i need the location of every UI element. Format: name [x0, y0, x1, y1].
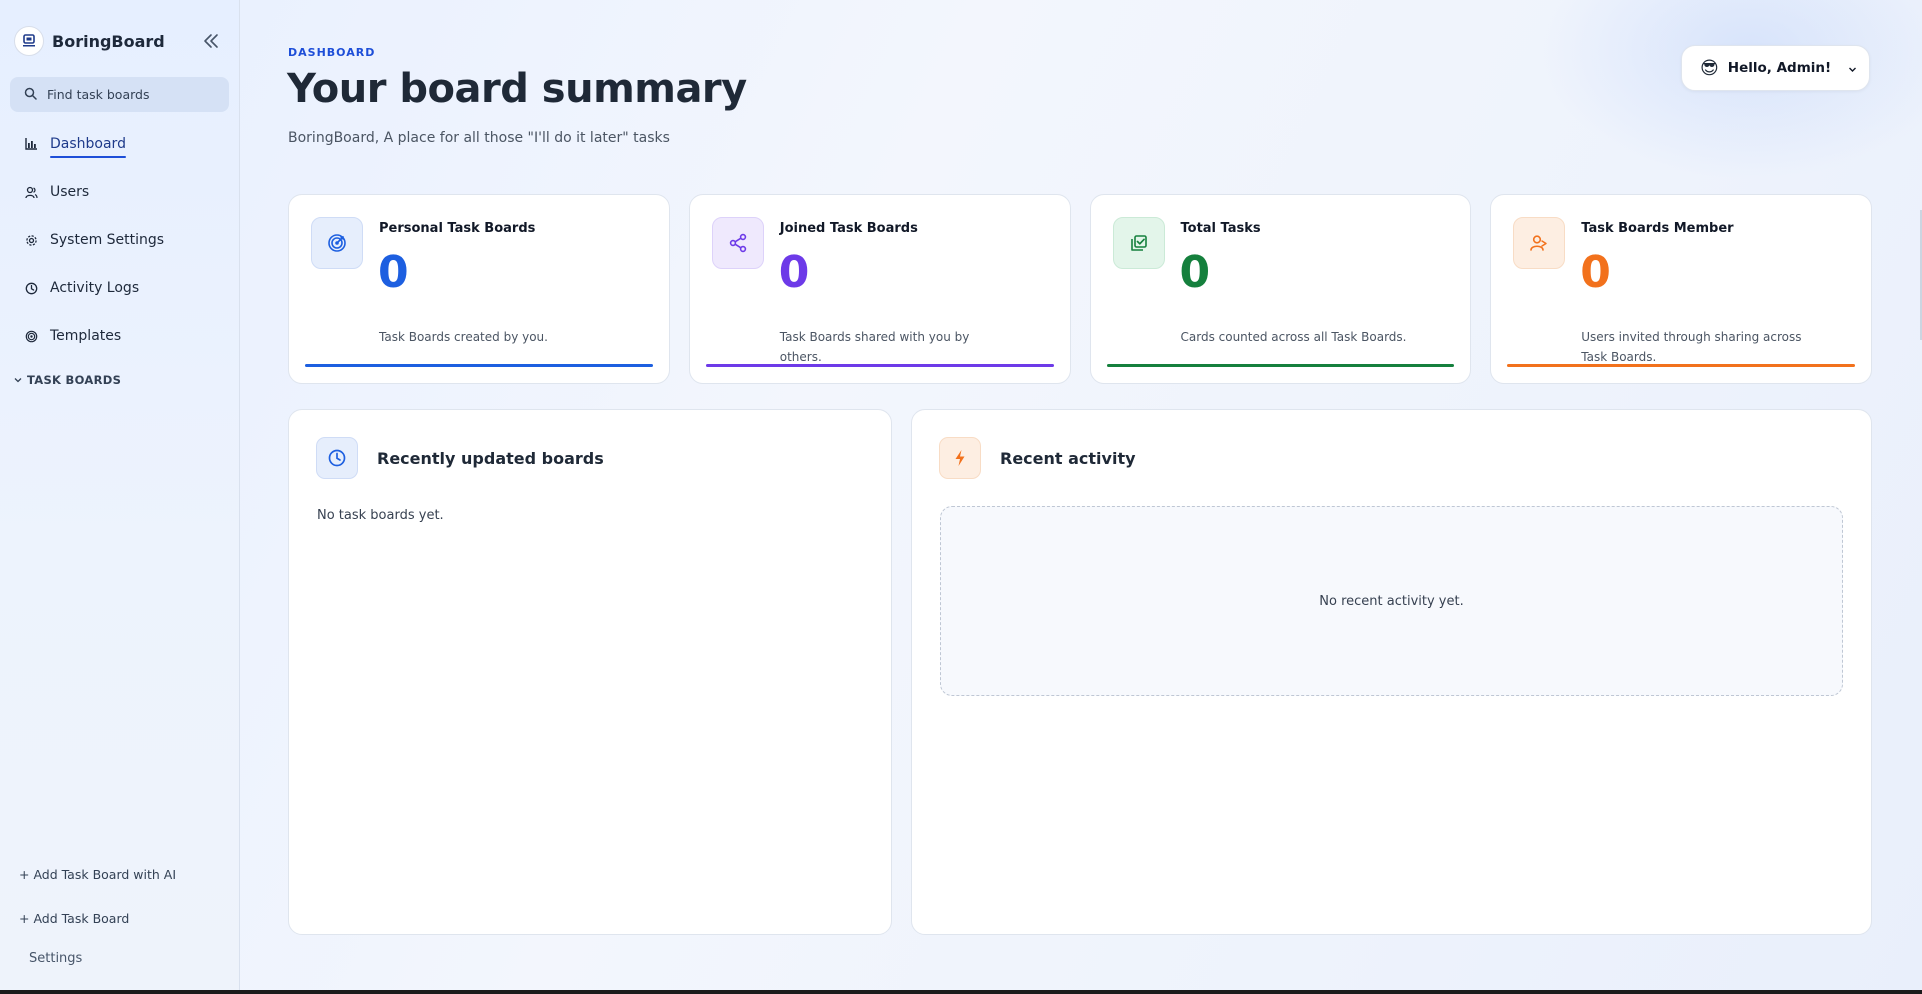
sidebar: BoringBoard Find task boards Dashboard U… — [0, 0, 240, 990]
sidebar-item-users[interactable]: Users — [0, 168, 240, 216]
user-share-icon — [1513, 217, 1566, 269]
target-icon — [24, 329, 38, 343]
stat-accent-bar — [705, 364, 1054, 367]
add-task-board-button[interactable]: + Add Task Board — [19, 911, 259, 926]
stat-card-board-members: Task Boards Member 0 Users invited throu… — [1490, 194, 1872, 384]
bar-chart-icon — [24, 137, 38, 151]
stat-description: Users invited through sharing across Tas… — [1581, 330, 1802, 364]
empty-state-text: No recent activity yet. — [1319, 593, 1464, 609]
gear-icon — [24, 233, 38, 247]
stat-title: Total Tasks — [1180, 221, 1261, 236]
stat-description: Cards counted across all Task Boards. — [1180, 330, 1407, 344]
window-bottom-edge — [0, 990, 1922, 994]
search-icon — [24, 85, 37, 104]
page-subtitle: BoringBoard, A place for all those "I'll… — [288, 130, 670, 146]
sidebar-item-label: Templates — [50, 328, 122, 344]
sidebar-item-system-settings[interactable]: System Settings — [0, 216, 240, 264]
chevron-down-icon — [14, 373, 22, 387]
sidebar-settings-link[interactable]: Settings — [29, 951, 269, 966]
collapse-sidebar-icon[interactable] — [200, 30, 222, 52]
activity-empty-state: No recent activity yet. — [940, 506, 1843, 696]
add-task-board-ai-button[interactable]: + Add Task Board with AI — [19, 867, 259, 882]
clock-icon — [316, 437, 358, 479]
stat-value: 0 — [378, 247, 409, 298]
recent-boards-panel: Recently updated boards No task boards y… — [288, 409, 892, 935]
stat-value: 0 — [778, 247, 810, 298]
search-input[interactable] — [47, 87, 217, 102]
stat-value: 0 — [1179, 247, 1211, 298]
sidebar-item-activity-logs[interactable]: Activity Logs — [0, 264, 240, 312]
stat-card-joined-boards: Joined Task Boards 0 Task Boards shared … — [688, 194, 1071, 384]
stat-description: Task Boards shared with you by others. — [779, 330, 970, 364]
brand[interactable]: BoringBoard — [14, 26, 165, 56]
stat-card-total-tasks: Total Tasks 0 Cards counted across all T… — [1089, 194, 1472, 384]
users-icon — [24, 185, 38, 199]
checklist-icon — [1112, 217, 1165, 269]
stat-title: Personal Task Boards — [379, 221, 536, 236]
main-content: DASHBOARD Your board summary BoringBoard… — [240, 0, 1922, 990]
sidebar-item-dashboard[interactable]: Dashboard — [0, 120, 240, 168]
stat-accent-bar — [1507, 364, 1855, 367]
page-eyebrow: DASHBOARD — [288, 46, 376, 59]
stat-description: Task Boards created by you. — [379, 330, 548, 344]
sidebar-item-label: Dashboard — [50, 136, 126, 158]
lightning-icon — [939, 437, 981, 479]
sidebar-item-label: Users — [50, 184, 90, 200]
user-avatar-emoji: 😎 — [1700, 57, 1719, 79]
target-icon — [311, 217, 363, 269]
page-title: Your board summary — [287, 66, 747, 112]
panel-title: Recently updated boards — [377, 449, 604, 468]
stat-accent-bar — [1106, 364, 1455, 367]
chevron-down-icon — [1848, 59, 1857, 78]
sidebar-item-templates[interactable]: Templates — [0, 312, 240, 360]
stats-row: Personal Task Boards 0 Task Boards creat… — [288, 194, 1872, 384]
task-boards-section-toggle[interactable]: TASK BOARDS — [14, 373, 121, 387]
stat-card-personal-boards: Personal Task Boards 0 Task Boards creat… — [288, 194, 670, 384]
app-shell: BoringBoard Find task boards Dashboard U… — [0, 0, 1922, 990]
panel-title: Recent activity — [1000, 449, 1136, 468]
recent-activity-panel: Recent activity No recent activity yet. — [911, 409, 1872, 935]
sidebar-search[interactable] — [10, 77, 229, 112]
clock-icon — [24, 281, 38, 295]
brand-logo — [14, 26, 44, 56]
stat-accent-bar — [305, 364, 653, 367]
sidebar-nav: Dashboard Users System Settings Activity… — [0, 120, 240, 360]
section-label: TASK BOARDS — [27, 373, 122, 387]
user-greeting: Hello, Admin! — [1727, 60, 1832, 76]
stat-value: 0 — [1580, 247, 1611, 298]
sidebar-item-label: System Settings — [50, 232, 165, 248]
brand-name: BoringBoard — [52, 31, 165, 51]
empty-state-text: No task boards yet. — [317, 508, 444, 523]
sidebar-item-label: Activity Logs — [50, 280, 140, 296]
stat-title: Joined Task Boards — [779, 221, 918, 236]
user-menu-button[interactable]: 😎 Hello, Admin! — [1681, 45, 1870, 91]
stat-title: Task Boards Member — [1581, 221, 1734, 236]
share-icon — [711, 217, 764, 269]
